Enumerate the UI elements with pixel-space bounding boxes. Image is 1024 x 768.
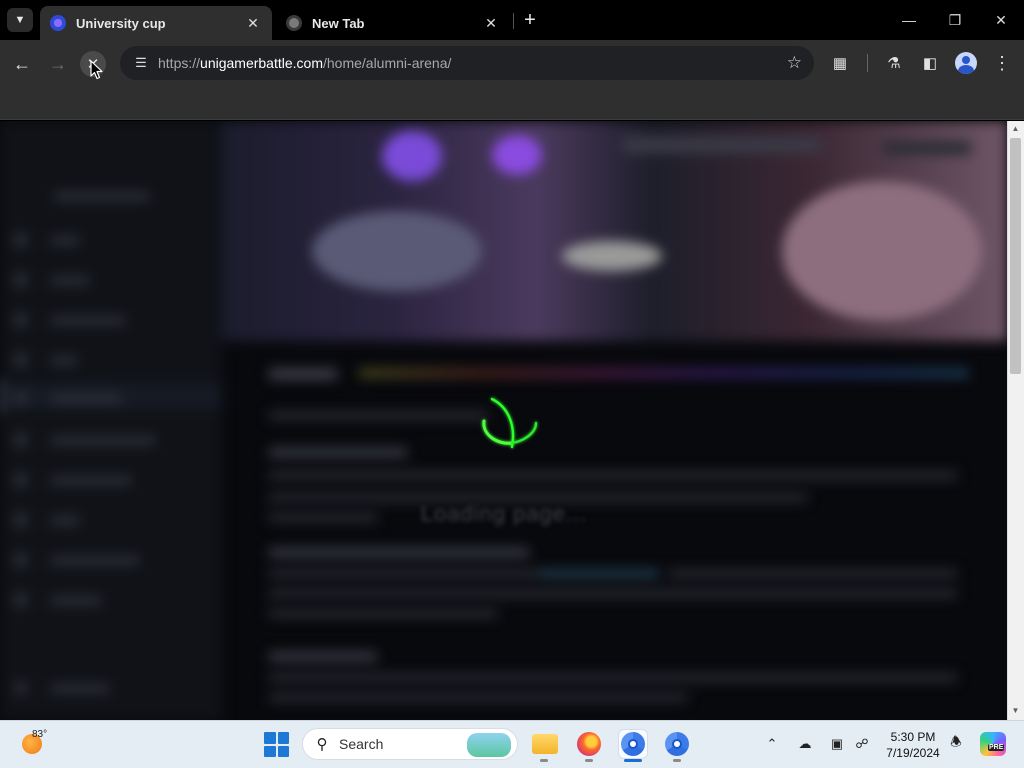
text-line [268,513,378,522]
tab-title: New Tab [312,15,365,31]
section-heading [268,368,338,380]
tab-university-cup[interactable]: University cup ✕ [40,6,272,40]
url-host: unigamerbattle.com [200,55,323,71]
sidebar-item[interactable] [14,433,156,447]
running-indicator-active [624,759,642,762]
url-path: /home/alumni-arena/ [322,55,452,71]
hero-banner [222,121,1007,341]
tab-title: University cup [76,15,166,31]
restore-icon[interactable]: ❐ [940,8,970,32]
address-bar[interactable]: ☰ https://unigamerbattle.com/home/alumni… [120,46,814,80]
sidebar-logo [54,189,150,203]
cloud-off-icon[interactable]: ☁ [795,735,815,753]
scroll-up-icon[interactable]: ▲ [1010,124,1021,134]
search-icon: ⚲ [316,736,328,753]
close-tab-icon[interactable]: ✕ [244,14,262,32]
text-line [668,569,958,578]
sidebar-footer-item[interactable] [14,681,110,695]
close-window-icon[interactable]: ✕ [986,8,1016,32]
url-scheme: https:// [158,55,201,71]
subheading [268,547,530,558]
mouse-cursor-icon [90,60,103,80]
sidebar-item[interactable] [14,353,78,367]
back-arrow-icon[interactable]: ← [9,51,35,77]
text-line [268,589,958,598]
system-clock[interactable]: 5:30 PM 7/19/2024 [878,729,948,761]
site-info-icon[interactable]: ☰ [130,52,152,74]
text-line [268,569,548,578]
network-icon[interactable]: ☍ [852,735,872,753]
search-highlight-image [467,733,511,757]
running-indicator [673,759,681,762]
firefox-icon[interactable] [574,729,604,759]
site-favicon-icon [50,15,66,31]
sidebar-item[interactable] [14,273,90,287]
new-tab-icon[interactable]: + [520,9,540,31]
sidebar-item[interactable] [14,513,80,527]
page-viewport: Loading page... [0,121,1007,720]
sidebar-item[interactable] [14,593,102,607]
windows-start-icon[interactable] [264,732,289,757]
tab-new-tab[interactable]: New Tab ✕ [276,6,510,40]
labs-flask-icon[interactable]: ⚗ [882,51,906,75]
subheading [268,447,408,458]
link-text[interactable] [540,569,660,578]
clock-date: 7/19/2024 [886,746,940,760]
chrome-icon[interactable] [662,729,692,759]
weather-temperature[interactable]: 83° [32,729,47,740]
scroll-down-icon[interactable]: ▼ [1010,706,1021,716]
menu-kebab-icon[interactable]: ⋮ [990,51,1014,75]
section-gradient-divider [358,368,970,378]
globe-icon [286,15,302,31]
sidebar-item[interactable] [14,473,132,487]
profile-avatar-icon[interactable] [955,52,977,74]
close-tab-icon[interactable]: ✕ [482,14,500,32]
chevron-up-icon[interactable]: ⌃ [762,735,782,753]
text-line [268,609,498,618]
text-line [268,693,688,702]
side-panel-icon[interactable]: ◧ [918,51,942,75]
taskbar-search[interactable]: ⚲ Search [302,728,518,760]
sidebar-item[interactable] [14,313,126,327]
sidebar-active-marker [0,379,3,415]
text-line [268,471,958,480]
text-line [268,673,958,682]
minimize-icon[interactable]: — [894,8,924,32]
loading-spinner-icon [482,397,538,449]
forward-arrow-icon[interactable]: → [45,51,71,77]
toolbar-divider [867,54,868,72]
bell-icon[interactable]: 🕭 [946,734,966,753]
file-explorer-icon[interactable] [530,729,560,759]
scrollbar-thumb[interactable] [1010,138,1021,374]
extensions-icon[interactable]: ▦ [828,51,852,75]
bookmarks-bar [0,86,1024,120]
taskbar-search-label: Search [339,736,384,752]
bookmark-star-icon[interactable]: ☆ [787,53,802,73]
url-text[interactable]: https://unigamerbattle.com/home/alumni-a… [158,55,451,71]
text-line [268,411,488,420]
clock-time: 5:30 PM [890,730,936,744]
sidebar-item[interactable] [14,391,122,405]
running-indicator [585,759,593,762]
tab-search-icon[interactable]: ▼ [7,8,33,32]
running-indicator [540,759,548,762]
sidebar-item[interactable] [14,553,140,567]
subheading [268,651,378,662]
loading-text: Loading page... [420,501,588,526]
sidebar-item[interactable] [14,233,80,247]
tab-divider [513,13,514,29]
page-sidebar [0,121,222,720]
copilot-preview-badge: PRE [988,744,1005,751]
display-icon[interactable]: ▣ [827,735,847,753]
chrome-icon[interactable] [618,729,648,759]
